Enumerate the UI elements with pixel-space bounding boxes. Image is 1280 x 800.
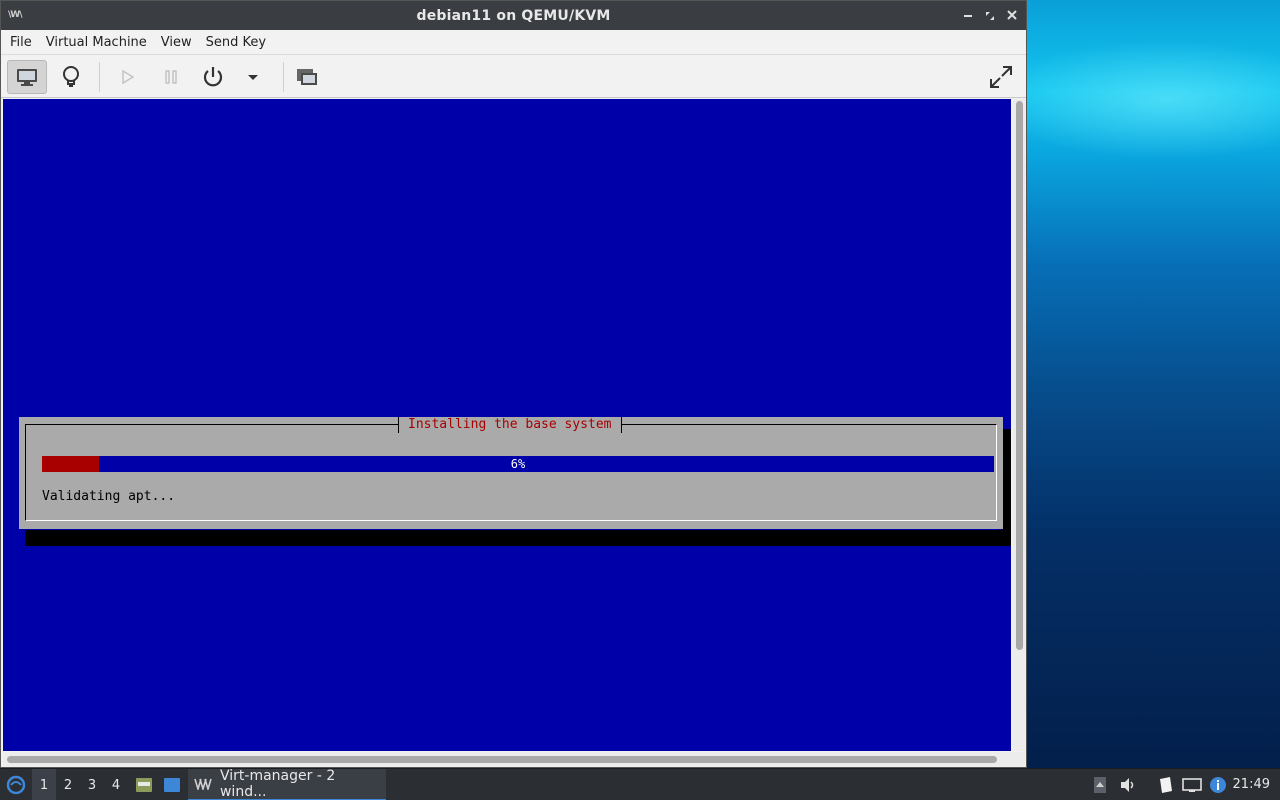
taskbar-item-virt-manager[interactable]: Virt-manager - 2 wind... <box>188 768 386 800</box>
close-button[interactable] <box>1004 6 1020 24</box>
snapshots-button[interactable] <box>287 60 327 94</box>
workspace-2[interactable]: 2 <box>56 769 80 800</box>
desktop-wallpaper <box>1026 0 1280 768</box>
menubar: File Virtual Machine View Send Key <box>1 30 1026 55</box>
maximize-button[interactable] <box>982 6 998 24</box>
virt-manager-window: \W\ debian11 on QEMU/KVM File Virtual Ma… <box>0 0 1027 768</box>
toolbar-separator <box>99 62 100 92</box>
minimize-button[interactable] <box>960 6 976 24</box>
pause-icon <box>165 70 177 84</box>
fullscreen-button[interactable] <box>981 60 1021 94</box>
desktop-icon <box>164 778 180 792</box>
speaker-icon <box>1121 778 1134 792</box>
progress-percent: 6% <box>510 457 526 471</box>
console-view-button[interactable] <box>7 60 47 94</box>
taskbar-item-label: Virt-manager - 2 wind... <box>219 768 336 800</box>
clock[interactable]: 21:49 <box>1233 769 1270 800</box>
snapshots-icon <box>297 69 317 85</box>
tray-expand-button[interactable] <box>1090 769 1110 800</box>
toolbar <box>1 56 1026 98</box>
file-manager-icon <box>136 778 152 792</box>
menu-file[interactable]: File <box>3 30 39 55</box>
virt-manager-app-icon: \W\ <box>8 10 23 20</box>
volume-tray-icon[interactable] <box>1116 769 1140 800</box>
clipboard-icon <box>1160 777 1172 793</box>
horizontal-scrollbar[interactable] <box>3 752 1025 766</box>
workspace-4[interactable]: 4 <box>104 769 128 800</box>
start-menu-icon <box>6 775 26 795</box>
vm-console-display[interactable]: Installing the base system 6% Validating… <box>3 99 1011 751</box>
taskbar: 1 2 3 4 Virt-manager - 2 wind... 21:49 <box>0 768 1280 800</box>
toolbar-separator <box>283 62 284 92</box>
progress-bar: 6% <box>42 456 994 472</box>
network-tray-icon[interactable] <box>1180 769 1204 800</box>
shutdown-button[interactable] <box>193 60 233 94</box>
start-menu-button[interactable] <box>2 769 30 800</box>
workspace-3[interactable]: 3 <box>80 769 104 800</box>
pause-button[interactable] <box>151 60 191 94</box>
window-titlebar[interactable]: \W\ debian11 on QEMU/KVM <box>1 1 1026 30</box>
workspace-1[interactable]: 1 <box>32 769 56 800</box>
menu-send-key[interactable]: Send Key <box>199 30 273 55</box>
show-desktop-launcher[interactable] <box>160 769 184 800</box>
chevron-down-icon <box>248 75 258 80</box>
run-button[interactable] <box>107 60 147 94</box>
vertical-scrollbar[interactable] <box>1013 99 1025 751</box>
monitor-icon <box>17 69 37 86</box>
file-manager-launcher[interactable] <box>132 769 156 800</box>
play-icon <box>122 69 135 85</box>
info-icon <box>1210 777 1226 793</box>
menu-view[interactable]: View <box>154 30 199 55</box>
clipboard-tray-icon[interactable] <box>1154 769 1178 800</box>
notifications-tray-icon[interactable] <box>1206 769 1230 800</box>
menu-virtual-machine[interactable]: Virtual Machine <box>39 30 154 55</box>
fullscreen-icon <box>990 66 1012 88</box>
power-icon <box>203 67 223 87</box>
dialog-shadow-bottom <box>25 530 1009 546</box>
network-icon <box>1182 778 1202 792</box>
vertical-scrollbar-thumb[interactable] <box>1016 101 1023 650</box>
window-title: debian11 on QEMU/KVM <box>416 7 611 24</box>
lightbulb-icon <box>63 66 79 87</box>
virt-manager-task-icon <box>194 778 212 790</box>
dialog-title: Installing the base system <box>398 417 622 433</box>
dialog-frame: Installing the base system 6% Validating… <box>25 417 997 521</box>
details-view-button[interactable] <box>51 60 91 94</box>
status-message: Validating apt... <box>42 489 176 504</box>
horizontal-scrollbar-thumb[interactable] <box>7 756 997 763</box>
installer-dialog: Installing the base system 6% Validating… <box>19 417 1003 529</box>
shutdown-menu-button[interactable] <box>233 60 273 94</box>
tray-up-icon <box>1094 777 1106 793</box>
